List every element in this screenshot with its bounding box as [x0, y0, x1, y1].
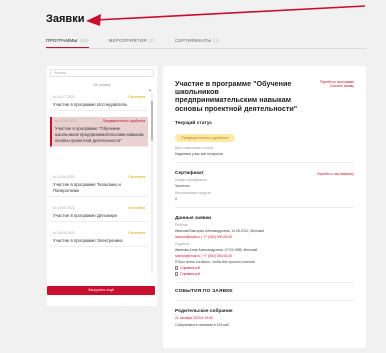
scrollbar[interactable]	[151, 93, 153, 273]
divider	[175, 207, 354, 209]
document-name: Справка.pdf	[180, 272, 201, 277]
application-card[interactable]: № 19.05.2023 Отклонена Участие в программ…	[50, 204, 148, 222]
tab-bar: ПРОГРАММЫ (55) МЕРОПРИЯТИЯ (7) СЕРТИФИКАТЫ…	[46, 38, 220, 48]
status-section-title: Текущий статус	[175, 120, 213, 126]
document-icon	[175, 266, 178, 271]
status-badge: Предварительно одобрена	[175, 133, 235, 142]
tab-count: (7)	[148, 38, 155, 43]
card-date: № 10.06.2023	[53, 175, 75, 179]
card-date: № 19.05.2023	[53, 206, 75, 210]
scroll-up-icon[interactable]: ▴	[149, 87, 151, 92]
application-card[interactable]: № 10.06.2023 Отклонена Участие в программ…	[50, 173, 148, 197]
card-date: № 04.07.2023	[53, 95, 75, 99]
data-line: ivanova@mail.ru | +7 (000) 000-00-00	[175, 254, 233, 259]
filter-select[interactable]: Фильтр ⌄	[50, 69, 154, 77]
certificate-section-title: Сертификат	[175, 171, 204, 177]
status-note: Надеемся у вас всё получится	[175, 152, 224, 157]
tab-label: СЕРТИФИКАТЫ	[174, 38, 212, 43]
card-title: Участие в программе Тюльпаны и Паперотни…	[53, 182, 121, 193]
application-card-selected[interactable]: № 17.05.2023 Предварительно одобрена Учас…	[50, 117, 148, 147]
application-card[interactable]: № 04.07.2023 Отклонена Участие в программ…	[50, 93, 148, 111]
event-text: Собираемся в гимназии в 224 каб.	[175, 322, 230, 327]
card-title: Участие в программе "Обучение школьников…	[55, 126, 144, 143]
data-line: ivanova@mail.ru | +7 (000) 000-00-00	[175, 235, 233, 240]
applications-sidebar: Фильтр ⌄ 55 заявок ▴ № 04.07.2023 Отклоне…	[47, 66, 157, 306]
application-detail-panel: Участие в программе "Обучение школьников…	[163, 66, 366, 348]
tab-label: МЕРОПРИЯТИЯ	[108, 38, 147, 43]
card-date: № 17.05.2023	[55, 119, 77, 123]
tabs-divider	[46, 48, 366, 49]
filter-placeholder: Фильтр	[54, 71, 67, 75]
application-card[interactable]: № 06.05.2023 Отклонена Участие в программ…	[50, 229, 148, 247]
card-status: Отклонена	[127, 231, 145, 235]
divider	[175, 282, 354, 284]
tab-events[interactable]: МЕРОПРИЯТИЯ (7)	[109, 38, 155, 48]
event-title: Родительское собрание	[175, 309, 233, 315]
status-note: Дата изменения статуса	[175, 145, 214, 150]
data-line: Я был очень согласен, чтобы все прошло о…	[175, 260, 256, 265]
data-line: Иванова Анна Александровна, 07.03.1985, …	[175, 247, 258, 252]
card-status: Предварительно одобрена	[102, 119, 145, 123]
tab-count: (55)	[79, 38, 89, 43]
data-line: Ребёнок	[175, 223, 189, 228]
document-link[interactable]: Справка.pdf	[175, 272, 354, 277]
event-date: 21 октября 2023 в 19:00	[175, 316, 213, 321]
certificate-line: 0	[175, 196, 177, 201]
card-title: Участие в программе Электроника	[53, 238, 123, 243]
card-title: Участие в программе Исследователь	[53, 102, 128, 107]
document-icon	[175, 272, 178, 277]
tab-programs[interactable]: ПРОГРАММЫ (55)	[46, 38, 89, 48]
applications-count: 55 заявок	[93, 83, 111, 87]
tab-certificates[interactable]: СЕРТИФИКАТЫ (1)	[175, 38, 220, 48]
divider	[175, 300, 354, 302]
card-date: № 06.05.2023	[53, 231, 75, 235]
go-to-certificate-link[interactable]: Перейти к сертификату	[317, 172, 354, 176]
scrollbar-thumb[interactable]	[151, 101, 153, 141]
page-title: Заявки	[46, 13, 85, 25]
card-status: Отклонена	[127, 206, 145, 210]
document-name: Справка.pdf	[180, 266, 201, 271]
card-status: Отклонена	[127, 175, 145, 179]
tab-label: ПРОГРАММЫ	[46, 38, 78, 43]
card-title: Участие в программе Дельмери	[53, 213, 117, 218]
data-line: Иванова Виктория Александровна, 14.05.20…	[175, 229, 265, 234]
data-line: Родитель	[175, 241, 190, 246]
certificate-line: Номер сертификата	[175, 178, 207, 183]
application-data-title: Данные заявки	[175, 216, 212, 222]
certificate-line: Частично	[175, 184, 190, 189]
detail-actions: Перейти к программе Скачать заявку	[320, 80, 354, 89]
chevron-down-icon: ⌄	[146, 71, 150, 75]
document-link[interactable]: Справка.pdf	[175, 266, 354, 271]
detail-title: Участие в программе "Обучение школьников…	[175, 79, 298, 113]
load-more-button[interactable]: Загрузить ещё	[47, 286, 155, 295]
tab-count: (1)	[213, 38, 220, 43]
card-status: Отклонена	[127, 95, 145, 99]
events-section-title: СОБЫТИЯ ПО ЗАЯВКЕ	[175, 289, 233, 295]
certificate-line: Использовано средств	[175, 190, 211, 195]
download-application-link[interactable]: Скачать заявку	[320, 84, 354, 88]
